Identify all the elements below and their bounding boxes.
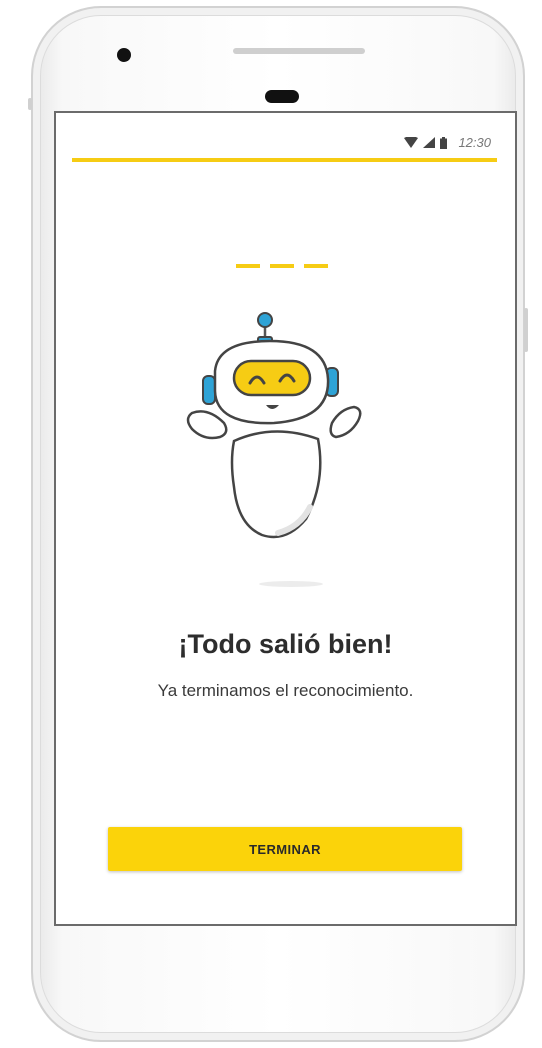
success-message: Ya terminamos el reconocimiento. <box>157 681 414 700</box>
battery-icon <box>440 136 448 149</box>
finish-button[interactable]: TERMINAR <box>108 827 462 871</box>
device-mockup: 12:30 ¡Todo salió bien! Ya terminamos el… <box>0 0 542 1048</box>
step-dash <box>304 264 328 268</box>
step-indicator <box>236 264 328 268</box>
side-button <box>524 308 528 352</box>
app-screen: 12:30 ¡Todo salió bien! Ya terminamos el… <box>54 111 517 926</box>
success-title: ¡Todo salió bien! <box>178 629 393 659</box>
status-time: 12:30 <box>458 135 491 150</box>
status-icons: 12:30 <box>404 135 491 150</box>
step-dash <box>236 264 260 268</box>
side-button <box>28 98 32 110</box>
cell-signal-icon <box>423 137 436 148</box>
wifi-icon <box>404 137 419 148</box>
progress-line <box>72 158 497 162</box>
robot-icon <box>186 312 362 539</box>
status-bar: 12:30 <box>56 113 515 157</box>
step-dash <box>270 264 294 268</box>
robot-shadow <box>259 581 323 587</box>
front-speaker <box>265 90 299 103</box>
top-speaker <box>233 48 365 54</box>
front-camera <box>117 48 131 62</box>
